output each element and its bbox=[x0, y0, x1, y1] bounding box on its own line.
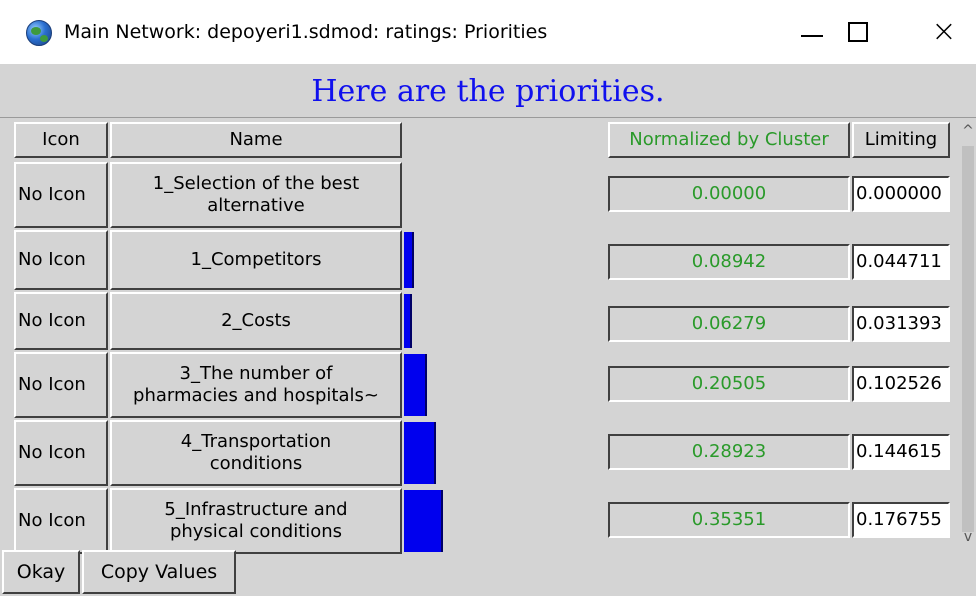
scroll-down-icon[interactable]: v bbox=[960, 526, 976, 548]
icon-cell[interactable]: No Icon bbox=[14, 292, 108, 350]
name-cell[interactable]: 4_Transportation conditions bbox=[110, 420, 402, 486]
close-button[interactable]: × bbox=[916, 10, 972, 54]
column-header-icon[interactable]: Icon bbox=[14, 122, 108, 158]
priority-bar bbox=[404, 422, 436, 484]
limiting-value: 0.000000 bbox=[852, 176, 950, 212]
normalized-value: 0.00000 bbox=[608, 176, 850, 212]
icon-cell[interactable]: No Icon bbox=[14, 162, 108, 228]
scroll-up-icon[interactable]: ^ bbox=[960, 120, 976, 142]
name-line-2: physical conditions bbox=[169, 521, 343, 542]
name-line-1: 1_Competitors bbox=[190, 249, 322, 270]
name-line-2: pharmacies and hospitals~ bbox=[133, 385, 379, 406]
minimize-icon bbox=[801, 35, 823, 37]
window-title: Main Network: depoyeri1.sdmod: ratings: … bbox=[64, 21, 548, 43]
name-cell[interactable]: 5_Infrastructure and physical conditions bbox=[110, 488, 402, 554]
limiting-value: 0.176755 bbox=[852, 502, 950, 538]
close-icon: × bbox=[931, 14, 957, 49]
limiting-value: 0.144615 bbox=[852, 434, 950, 470]
okay-button[interactable]: Okay bbox=[2, 550, 80, 594]
icon-cell[interactable]: No Icon bbox=[14, 352, 108, 418]
limiting-value: 0.102526 bbox=[852, 366, 950, 402]
scroll-thumb[interactable] bbox=[962, 146, 974, 532]
priority-bar bbox=[404, 294, 412, 348]
name-line-1: 2_Costs bbox=[221, 310, 291, 331]
name-line-1: 5_Infrastructure and bbox=[164, 499, 348, 520]
priority-bar bbox=[404, 490, 443, 552]
normalized-value: 0.28923 bbox=[608, 434, 850, 470]
name-line-1: 4_Transportation bbox=[180, 431, 332, 452]
name-cell[interactable]: 1_Selection of the best alternative bbox=[110, 162, 402, 228]
title-bar: Main Network: depoyeri1.sdmod: ratings: … bbox=[0, 0, 976, 64]
name-line-1: 3_The number of bbox=[179, 363, 333, 384]
column-header-limiting[interactable]: Limiting bbox=[852, 122, 950, 158]
name-line-2: conditions bbox=[209, 453, 303, 474]
priority-bar bbox=[404, 354, 427, 416]
copy-values-button[interactable]: Copy Values bbox=[82, 550, 236, 594]
normalized-value: 0.35351 bbox=[608, 502, 850, 538]
name-line-2: alternative bbox=[207, 195, 305, 216]
icon-cell[interactable]: No Icon bbox=[14, 230, 108, 290]
icon-cell[interactable]: No Icon bbox=[14, 488, 108, 554]
name-cell[interactable]: 3_The number of pharmacies and hospitals~ bbox=[110, 352, 402, 418]
column-header-normalized[interactable]: Normalized by Cluster bbox=[608, 122, 850, 158]
limiting-value: 0.031393 bbox=[852, 306, 950, 342]
normalized-value: 0.06279 bbox=[608, 306, 850, 342]
column-header-name[interactable]: Name bbox=[110, 122, 402, 158]
name-cell[interactable]: 2_Costs bbox=[110, 292, 402, 350]
vertical-scrollbar[interactable]: ^ v bbox=[960, 120, 976, 548]
globe-icon bbox=[26, 20, 52, 46]
name-line-1: 1_Selection of the best bbox=[152, 173, 360, 194]
limiting-value: 0.044711 bbox=[852, 244, 950, 280]
normalized-value: 0.20505 bbox=[608, 366, 850, 402]
name-cell[interactable]: 1_Competitors bbox=[110, 230, 402, 290]
page-heading: Here are the priorities. bbox=[0, 66, 976, 118]
maximize-button[interactable] bbox=[830, 10, 886, 54]
priority-bar bbox=[404, 232, 414, 288]
normalized-value: 0.08942 bbox=[608, 244, 850, 280]
icon-cell[interactable]: No Icon bbox=[14, 420, 108, 486]
maximize-icon bbox=[848, 22, 868, 42]
